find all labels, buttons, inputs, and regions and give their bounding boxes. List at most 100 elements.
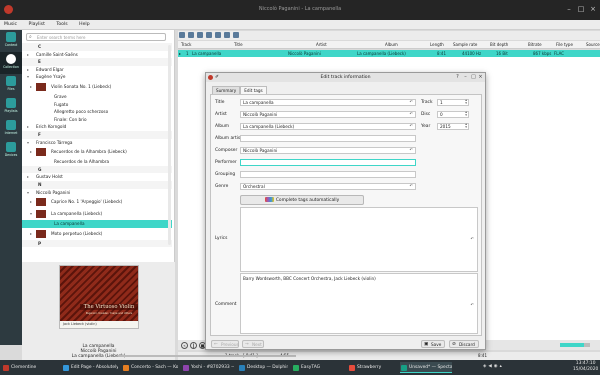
minimize-icon[interactable]: – — [564, 4, 574, 14]
tray-expand-icon[interactable]: ▴ — [500, 364, 504, 369]
volume-slider[interactable] — [560, 343, 590, 347]
library-artist-item[interactable]: ▸ Gustav Holst — [22, 173, 172, 181]
pause-icon[interactable]: ‖ — [190, 342, 197, 349]
playlist-row[interactable]: ▸ 1 La campanella Niccolò Paganini La ca… — [178, 50, 600, 57]
year-spinbox[interactable]: 2015 ▴ ▾ — [437, 122, 469, 130]
menu-tools[interactable]: Tools — [56, 20, 67, 30]
library-artist-item[interactable]: ▾ Eugène Ysaÿe — [22, 73, 172, 81]
undo-artist-icon[interactable]: ↶ — [410, 112, 413, 117]
save-playlist-icon[interactable] — [197, 32, 204, 38]
taskbar-task[interactable]: EasyTAG — [292, 362, 344, 373]
taskbar-task[interactable]: Unsaved* — Spectacle — [400, 362, 452, 373]
chevron-down-icon[interactable]: ▾ — [27, 139, 29, 147]
dialog-close-icon[interactable]: × — [477, 73, 484, 82]
artist-field[interactable]: Niccolò Paganini ↶ — [240, 111, 416, 118]
clock[interactable]: 13:47:10 15/04/2020 — [573, 361, 598, 374]
undo-comment-icon[interactable]: ↶ — [471, 302, 474, 307]
chevron-right-icon[interactable]: ▸ — [30, 81, 32, 93]
previous-button[interactable]: ← Previous — [211, 340, 239, 348]
menu-help[interactable]: Help — [79, 20, 89, 30]
undo-genre-icon[interactable]: ↶ — [410, 184, 413, 189]
library-artist-item[interactable]: ▾ Francisco Tárrega — [22, 139, 172, 147]
dock-item-collection[interactable]: Collection — [0, 52, 22, 74]
taskbar-task[interactable]: Yoshi - #8702933 — K... — [182, 362, 234, 373]
playlist-search-icon[interactable] — [233, 32, 240, 38]
chevron-right-icon[interactable]: ▸ — [27, 123, 29, 131]
col-title[interactable]: Title — [234, 41, 243, 49]
help-icon[interactable]: ? — [454, 73, 461, 82]
clear-playlist-icon[interactable] — [206, 32, 213, 38]
tab-summary[interactable]: Summary — [212, 86, 241, 94]
library-track-item[interactable]: Allegretto poco scherzoso — [22, 108, 172, 116]
dialog-maximize-icon[interactable]: □ — [470, 73, 477, 82]
genre-field[interactable]: Orchestral ↶ — [240, 183, 416, 190]
save-button[interactable]: ▣ Save — [421, 340, 445, 348]
col-file-type[interactable]: File type — [556, 41, 573, 49]
next-button[interactable]: → Next — [242, 340, 264, 348]
taskbar-task[interactable]: Concerto - Sach — Kon... — [122, 362, 178, 373]
track-spinbox[interactable]: 1 ▴ ▾ — [437, 98, 469, 106]
chevron-right-icon[interactable]: ▸ — [30, 196, 32, 208]
undo-icon[interactable] — [215, 32, 222, 38]
library-album-item[interactable]: ▾ La campanella (Liebeck) — [22, 208, 172, 220]
dock-item-devices[interactable]: Devices — [0, 140, 22, 162]
dock-item-context[interactable]: Context — [0, 30, 22, 52]
library-artist-item[interactable]: ▸ Camille Saint-Saëns — [22, 51, 172, 59]
library-track-item[interactable]: Grave — [22, 93, 172, 101]
undo-album-icon[interactable]: ↶ — [410, 124, 413, 129]
chevron-right-icon[interactable]: ▸ — [27, 173, 29, 181]
library-artist-item[interactable]: ▸ Edward Elgar — [22, 66, 172, 74]
seek-slider[interactable] — [118, 355, 296, 357]
library-track-item[interactable]: Finale: Con brio — [22, 116, 172, 124]
dialog-minimize-icon[interactable]: – — [462, 73, 469, 82]
track-spin-arrows-icon[interactable]: ▴ ▾ — [465, 98, 467, 106]
undo-lyrics-icon[interactable]: ↶ — [471, 236, 474, 241]
maximize-icon[interactable]: □ — [576, 4, 586, 14]
chevron-down-icon[interactable]: ▾ — [30, 208, 32, 220]
discard-button[interactable]: ⊘ Discard — [449, 340, 479, 348]
composer-field[interactable]: Niccolò Paganini ↶ — [240, 147, 416, 154]
col-bit-depth[interactable]: Bit depth — [490, 41, 508, 49]
dock-item-internet[interactable]: Internet — [0, 118, 22, 140]
col-album[interactable]: Album — [385, 41, 398, 49]
col-sample-rate[interactable]: Sample rate — [453, 41, 477, 49]
complete-tags-button[interactable]: Complete tags automatically — [240, 195, 364, 205]
col-length[interactable]: Length — [430, 41, 444, 49]
load-playlist-icon[interactable] — [188, 32, 195, 38]
title-field[interactable]: La campanella ↶ — [240, 99, 416, 106]
library-album-item[interactable]: ▸ Caprice No. 1 'Arpeggio' (Liebeck) — [22, 196, 172, 208]
chevron-down-icon[interactable]: ▾ — [27, 73, 29, 81]
lyrics-field[interactable]: ↶ — [240, 207, 478, 272]
chevron-right-icon[interactable]: ▸ — [30, 228, 32, 240]
grouping-field[interactable] — [240, 171, 416, 178]
chevron-right-icon[interactable]: ▸ — [30, 146, 32, 158]
undo-composer-icon[interactable]: ↶ — [410, 148, 413, 153]
library-artist-item[interactable]: ▾ Niccolò Paganini — [22, 189, 172, 197]
disc-spinbox[interactable]: 0 ▴ ▾ — [437, 110, 469, 118]
previous-icon[interactable]: « — [181, 342, 188, 349]
library-album-item[interactable]: ▸ Moto perpetuo (Liebeck) — [22, 228, 172, 240]
col-artist[interactable]: Artist — [316, 41, 327, 49]
library-album-item[interactable]: ▸ Recuerdos de la Alhambra (Liebeck) — [22, 146, 172, 158]
comment-field[interactable]: Barry Wordsworth, BBC Concert Orchestra,… — [240, 273, 478, 334]
taskbar-task[interactable]: Clementine — [2, 362, 58, 373]
library-search-input[interactable]: ⌕ Enter search terms here — [26, 33, 166, 41]
disc-spin-arrows-icon[interactable]: ▴ ▾ — [465, 110, 467, 118]
col-source[interactable]: Source — [586, 41, 600, 49]
new-playlist-icon[interactable] — [179, 32, 185, 38]
library-track-item[interactable]: Recuerdos de la Alhambra — [22, 158, 172, 166]
taskbar-task[interactable]: Strawberry — [348, 362, 396, 373]
dock-item-files[interactable]: Files — [0, 74, 22, 96]
chevron-right-icon[interactable]: ▸ — [27, 66, 29, 74]
chevron-right-icon[interactable]: ▸ — [27, 51, 29, 59]
col-bitrate[interactable]: Bitrate — [528, 41, 542, 49]
year-spin-arrows-icon[interactable]: ▴ ▾ — [465, 122, 467, 130]
library-track-item[interactable]: Fugato — [22, 101, 172, 109]
tab-edit-tags[interactable]: Edit tags — [240, 86, 267, 94]
chevron-down-icon[interactable]: ▾ — [27, 189, 29, 197]
menu-music[interactable]: Music — [4, 20, 17, 30]
close-icon[interactable]: × — [588, 4, 598, 14]
library-artist-item[interactable]: ▸ Erich Korngold — [22, 123, 172, 131]
menu-playlist[interactable]: Playlist — [29, 20, 45, 30]
performer-field[interactable] — [240, 159, 416, 166]
